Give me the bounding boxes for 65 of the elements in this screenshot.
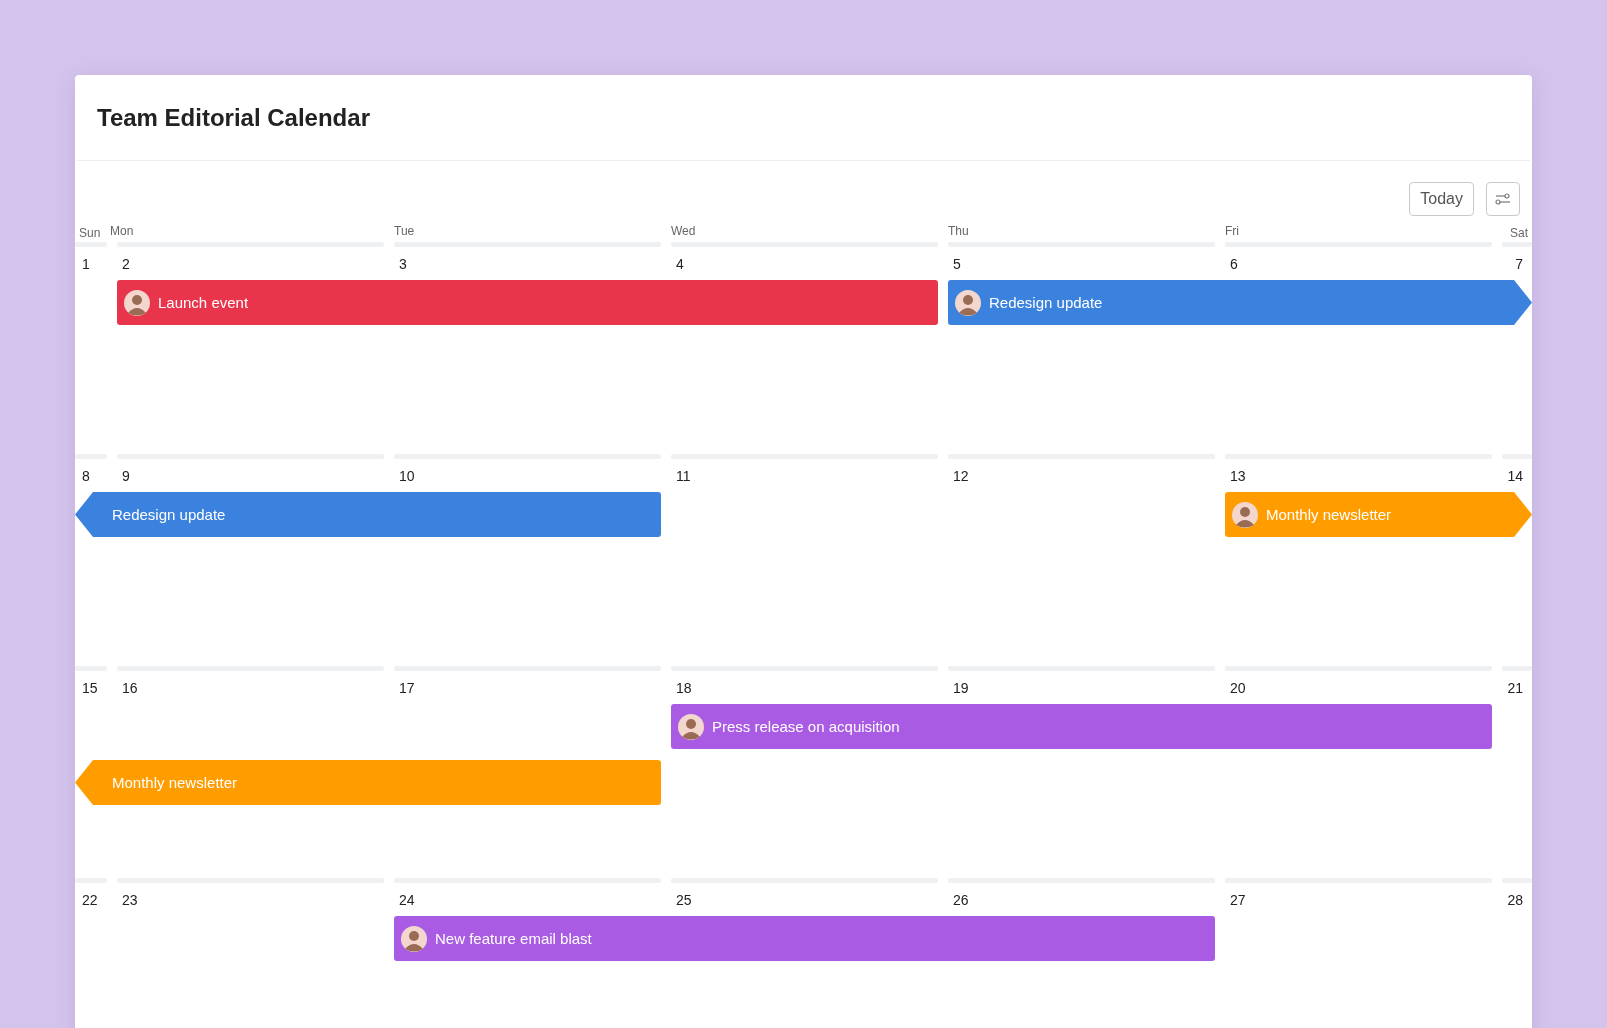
day-number: 12 <box>952 467 970 484</box>
weekday-label: Wed <box>671 224 697 238</box>
weekday-label: Tue <box>394 224 416 238</box>
day-number: 16 <box>121 679 139 696</box>
day-number: 13 <box>1229 467 1247 484</box>
weekday-label: Thu <box>948 224 970 238</box>
event-title: Redesign update <box>112 506 226 523</box>
avatar-icon <box>124 289 150 316</box>
day-number: 24 <box>398 891 416 908</box>
event-title: Launch event <box>158 294 249 311</box>
day-number: 1 <box>81 255 91 272</box>
event-bar[interactable]: Monthly newsletter <box>1225 492 1532 537</box>
event-title: New feature email blast <box>435 930 592 947</box>
avatar-icon <box>955 289 981 316</box>
event-title: Monthly newsletter <box>1266 506 1392 523</box>
day-number: 5 <box>952 255 962 272</box>
filter-button[interactable] <box>1486 182 1520 216</box>
day-number: 7 <box>1514 255 1524 272</box>
day-number: 28 <box>1506 891 1524 908</box>
event-title: Monthly newsletter <box>112 774 238 791</box>
event-bar[interactable]: Redesign update <box>948 280 1532 325</box>
day-number: 6 <box>1229 255 1239 272</box>
day-number: 26 <box>952 891 970 908</box>
weekday-label: Sat <box>1509 226 1529 240</box>
event-bar[interactable]: New feature email blast <box>394 916 1215 961</box>
day-number: 9 <box>121 467 131 484</box>
day-number: 14 <box>1506 467 1524 484</box>
event-title: Press release on acquisition <box>712 718 900 735</box>
day-header-bar <box>1502 454 1532 459</box>
event-bar[interactable]: Redesign update <box>75 492 661 537</box>
day-number: 10 <box>398 467 416 484</box>
day-number: 20 <box>1229 679 1247 696</box>
weekday-label: Mon <box>110 224 135 238</box>
day-header-bar <box>75 454 107 459</box>
event-bar[interactable]: Launch event <box>117 280 938 325</box>
day-header-bar <box>1502 878 1532 883</box>
day-number: 27 <box>1229 891 1247 908</box>
day-number: 21 <box>1506 679 1524 696</box>
day-number: 4 <box>675 255 685 272</box>
day-number: 11 <box>675 467 692 484</box>
day-number: 3 <box>398 255 408 272</box>
day-header-bar <box>75 666 107 671</box>
avatar-icon <box>401 925 427 952</box>
event-bar[interactable]: Monthly newsletter <box>75 760 661 805</box>
day-header-bar <box>1502 242 1532 247</box>
weekday-label: Fri <box>1225 224 1240 238</box>
today-button[interactable]: Today <box>1409 182 1474 216</box>
event-bar[interactable]: Press release on acquisition <box>671 704 1492 749</box>
day-header-bar <box>1502 666 1532 671</box>
avatar-icon <box>678 713 704 740</box>
day-number: 15 <box>81 679 99 696</box>
day-number: 23 <box>121 891 139 908</box>
day-header-bar <box>75 878 107 883</box>
day-number: 2 <box>121 255 131 272</box>
day-number: 19 <box>952 679 970 696</box>
day-number: 17 <box>398 679 416 696</box>
day-number: 25 <box>675 891 693 908</box>
settings-sliders-icon <box>1495 193 1511 205</box>
calendar-title: Team Editorial Calendar <box>97 103 370 132</box>
day-number: 8 <box>81 467 91 484</box>
day-number: 22 <box>81 891 99 908</box>
event-title: Redesign update <box>989 294 1103 311</box>
day-number: 18 <box>675 679 693 696</box>
avatar-icon <box>1232 501 1258 528</box>
day-header-bar <box>75 242 107 247</box>
